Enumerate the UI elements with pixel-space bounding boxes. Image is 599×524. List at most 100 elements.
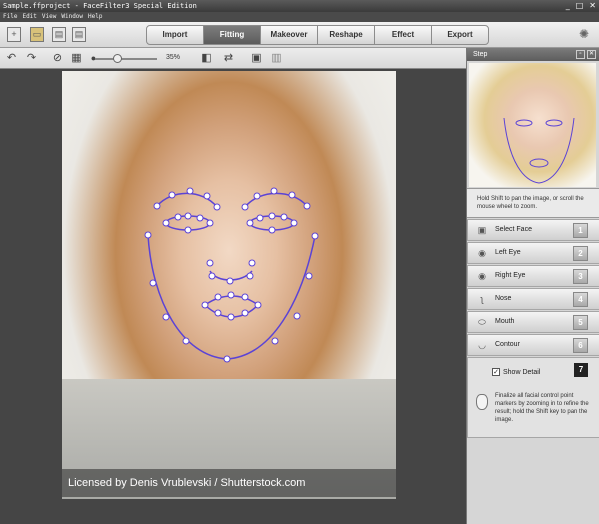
control-point-markers[interactable] (144, 187, 319, 363)
eye-icon: ◉ (478, 271, 486, 281)
control-point[interactable] (248, 259, 256, 267)
control-point[interactable] (226, 277, 234, 285)
step-label: Right Eye (495, 272, 526, 279)
save-icon[interactable]: ▤ (52, 27, 66, 42)
control-point[interactable] (223, 355, 231, 363)
zoom-slider-thumb[interactable] (113, 54, 122, 63)
menu-file[interactable]: File (3, 12, 17, 22)
swap-view-icon[interactable]: ⇄ (222, 52, 235, 64)
control-point[interactable] (254, 301, 262, 309)
control-point[interactable] (174, 213, 182, 221)
control-point[interactable] (268, 212, 276, 220)
panel-close-icon[interactable]: ✕ (587, 50, 596, 59)
control-point[interactable] (280, 213, 288, 221)
step-mouth[interactable]: ⬭ Mouth 5 (467, 311, 599, 333)
control-point[interactable] (168, 191, 176, 199)
control-point[interactable] (184, 226, 192, 234)
minimize-button[interactable]: _ (566, 0, 570, 12)
preview-thumbnail (469, 63, 596, 187)
control-point[interactable] (203, 192, 211, 200)
control-point[interactable] (213, 203, 221, 211)
step-nose[interactable]: ʅ Nose 4 (467, 288, 599, 310)
control-point[interactable] (206, 219, 214, 227)
control-point[interactable] (227, 313, 235, 321)
menu-window[interactable]: Window (61, 12, 83, 22)
step-panel-header: Step ▫ ✕ (467, 48, 599, 61)
title-bar: Sample.ffproject - FaceFilter3 Special E… (0, 0, 599, 12)
control-point[interactable] (246, 219, 254, 227)
step-select-face[interactable]: ▣ Select Face 1 (467, 219, 599, 241)
control-point[interactable] (288, 191, 296, 199)
tab-import[interactable]: Import (146, 25, 204, 45)
step-number-badge: 4 (573, 292, 588, 307)
close-button[interactable]: ✕ (589, 0, 596, 12)
control-point[interactable] (144, 231, 152, 239)
step-number-badge: 1 (573, 223, 588, 238)
redo-icon[interactable]: ↷ (25, 52, 38, 64)
step-contour[interactable]: ◡ Contour 6 (467, 334, 599, 356)
new-project-icon[interactable]: + (7, 27, 21, 42)
face-detail-icon (476, 394, 488, 410)
panel-float-icon[interactable]: ▫ (576, 50, 585, 59)
step-left-eye[interactable]: ◉ Left Eye 2 (467, 242, 599, 264)
maximize-button[interactable]: □ (576, 0, 584, 12)
reset-icon[interactable]: ⊘ (51, 52, 64, 64)
control-point[interactable] (270, 187, 278, 195)
menu-view[interactable]: View (42, 12, 56, 22)
control-point[interactable] (305, 272, 313, 280)
control-point[interactable] (149, 279, 157, 287)
tab-makeover[interactable]: Makeover (260, 25, 318, 45)
step-panel-title: Step (473, 51, 488, 58)
tab-export[interactable]: Export (431, 25, 489, 45)
control-point[interactable] (153, 202, 161, 210)
control-point[interactable] (246, 272, 254, 280)
undo-icon[interactable]: ↶ (5, 52, 18, 64)
control-point[interactable] (256, 214, 264, 222)
fitting-steps-list: ▣ Select Face 1 ◉ Left Eye 2 ◉ Right Eye… (467, 219, 599, 438)
step-number-badge: 3 (573, 269, 588, 284)
control-point[interactable] (303, 202, 311, 210)
tab-reshape[interactable]: Reshape (317, 25, 375, 45)
control-point[interactable] (241, 309, 249, 317)
control-point[interactable] (227, 291, 235, 299)
image-canvas[interactable]: Licensed by Denis Vrublevski / Shutterst… (0, 69, 466, 524)
control-point[interactable] (241, 203, 249, 211)
menu-help[interactable]: Help (88, 12, 102, 22)
control-point[interactable] (271, 337, 279, 345)
tab-effect[interactable]: Effect (374, 25, 432, 45)
control-point[interactable] (201, 301, 209, 309)
control-point[interactable] (268, 226, 276, 234)
fit-grid-icon[interactable]: ▦ (70, 52, 83, 64)
control-point[interactable] (208, 272, 216, 280)
menu-edit[interactable]: Edit (22, 12, 36, 22)
gradient-mode-icon[interactable]: ▥ (270, 52, 283, 64)
save-as-icon[interactable]: ▤ (72, 27, 86, 42)
control-point[interactable] (186, 187, 194, 195)
control-point[interactable] (214, 293, 222, 301)
zoom-slider[interactable] (95, 54, 157, 63)
face-fitting-overlay[interactable] (62, 71, 396, 469)
control-point[interactable] (311, 232, 319, 240)
control-point[interactable] (214, 309, 222, 317)
nose-icon: ʅ (481, 294, 483, 304)
control-point[interactable] (184, 212, 192, 220)
step-show-detail: ✓ Show Detail 7 Finalize all facial cont… (467, 357, 599, 438)
control-point[interactable] (182, 337, 190, 345)
control-point[interactable] (293, 312, 301, 320)
control-point[interactable] (162, 219, 170, 227)
control-point[interactable] (196, 214, 204, 222)
show-detail-checkbox[interactable]: ✓ Show Detail (492, 368, 540, 376)
open-folder-icon[interactable]: ▭ (30, 27, 44, 42)
split-view-icon[interactable]: ◧ (200, 52, 213, 64)
step-right-eye[interactable]: ◉ Right Eye 3 (467, 265, 599, 287)
control-point[interactable] (162, 313, 170, 321)
tab-fitting[interactable]: Fitting (203, 25, 261, 45)
control-point[interactable] (290, 219, 298, 227)
thumbnail-mouth (529, 158, 549, 168)
step-number-badge: 6 (573, 338, 588, 353)
control-point[interactable] (206, 259, 214, 267)
checkbox-checked-icon[interactable]: ✓ (492, 368, 500, 376)
control-point[interactable] (253, 192, 261, 200)
show-markers-icon[interactable]: ▣ (250, 52, 263, 64)
control-point[interactable] (241, 293, 249, 301)
